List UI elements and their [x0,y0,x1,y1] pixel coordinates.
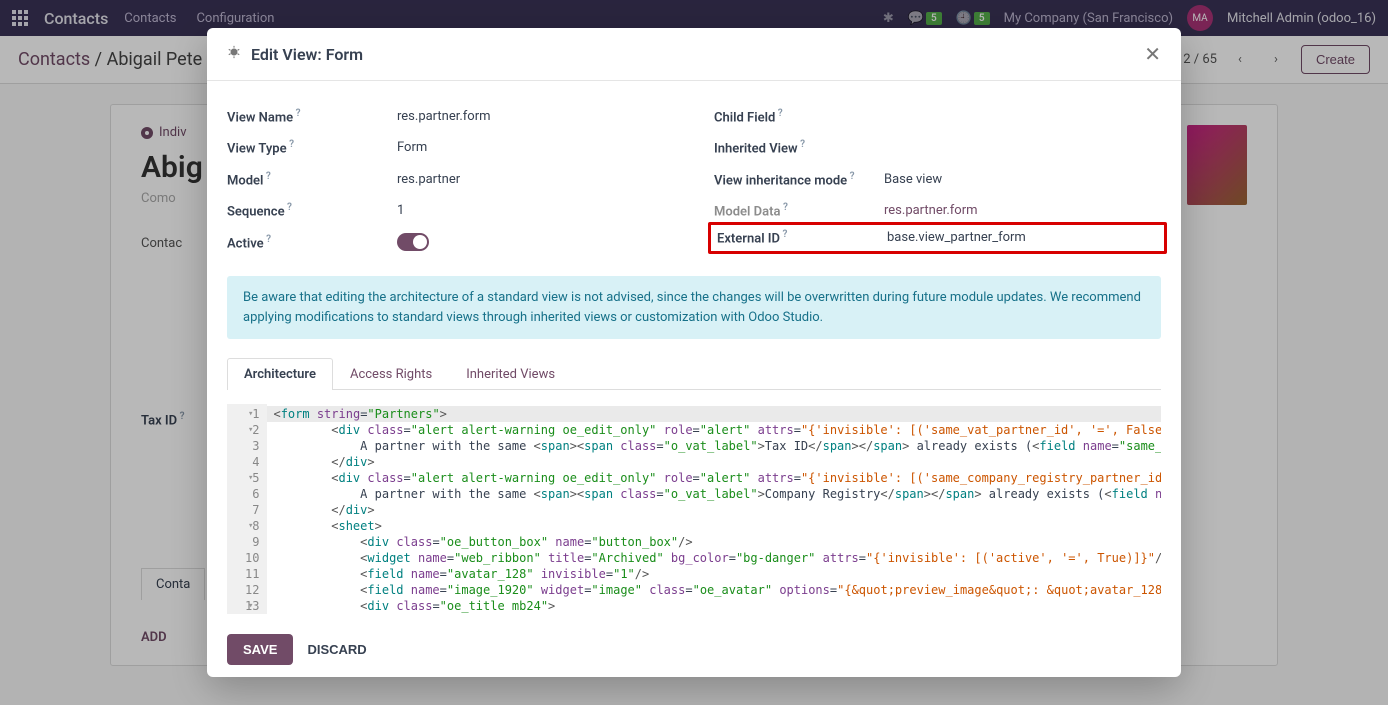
tabs: Architecture Access Rights Inherited Vie… [227,357,1161,390]
tab-inherited-views[interactable]: Inherited Views [449,358,572,390]
label-model-data: Model Data [714,204,780,219]
architecture-warning: Be aware that editing the architecture o… [227,276,1161,339]
label-active: Active [227,236,264,251]
label-inherited-view: Inherited View [714,142,798,157]
bug-icon [227,45,241,63]
label-view-name: View Name [227,110,293,125]
architecture-code-editor[interactable]: 12345678910111213141516 <form string="Pa… [227,404,1161,614]
field-grid: View Name ?res.partner.form View Type ?F… [227,101,1161,258]
edit-view-dialog: Edit View: Form ✕ View Name ?res.partner… [207,28,1181,677]
label-external-id: External ID [717,232,780,247]
modal-overlay: Edit View: Form ✕ View Name ?res.partner… [0,0,1388,705]
tab-access-rights[interactable]: Access Rights [333,358,449,390]
tab-architecture[interactable]: Architecture [227,358,333,390]
label-model: Model [227,173,263,188]
label-inheritance-mode: View inheritance mode [714,173,847,188]
label-child-field: Child Field [714,110,775,125]
close-icon[interactable]: ✕ [1144,42,1161,66]
label-view-type: View Type [227,142,287,157]
value-model-data[interactable]: res.partner.form [884,203,978,218]
discard-button[interactable]: DISCARD [307,642,366,657]
value-inheritance-mode[interactable]: Base view [884,172,942,187]
value-sequence[interactable]: 1 [397,203,404,218]
dialog-title: Edit View: Form [251,45,363,64]
value-external-id: base.view_partner_form [887,230,1026,245]
save-button[interactable]: SAVE [227,634,293,665]
active-toggle[interactable] [397,233,429,251]
value-model[interactable]: res.partner [397,172,460,187]
value-view-name[interactable]: res.partner.form [397,109,491,124]
value-view-type: Form [397,140,427,155]
label-sequence: Sequence [227,204,285,219]
